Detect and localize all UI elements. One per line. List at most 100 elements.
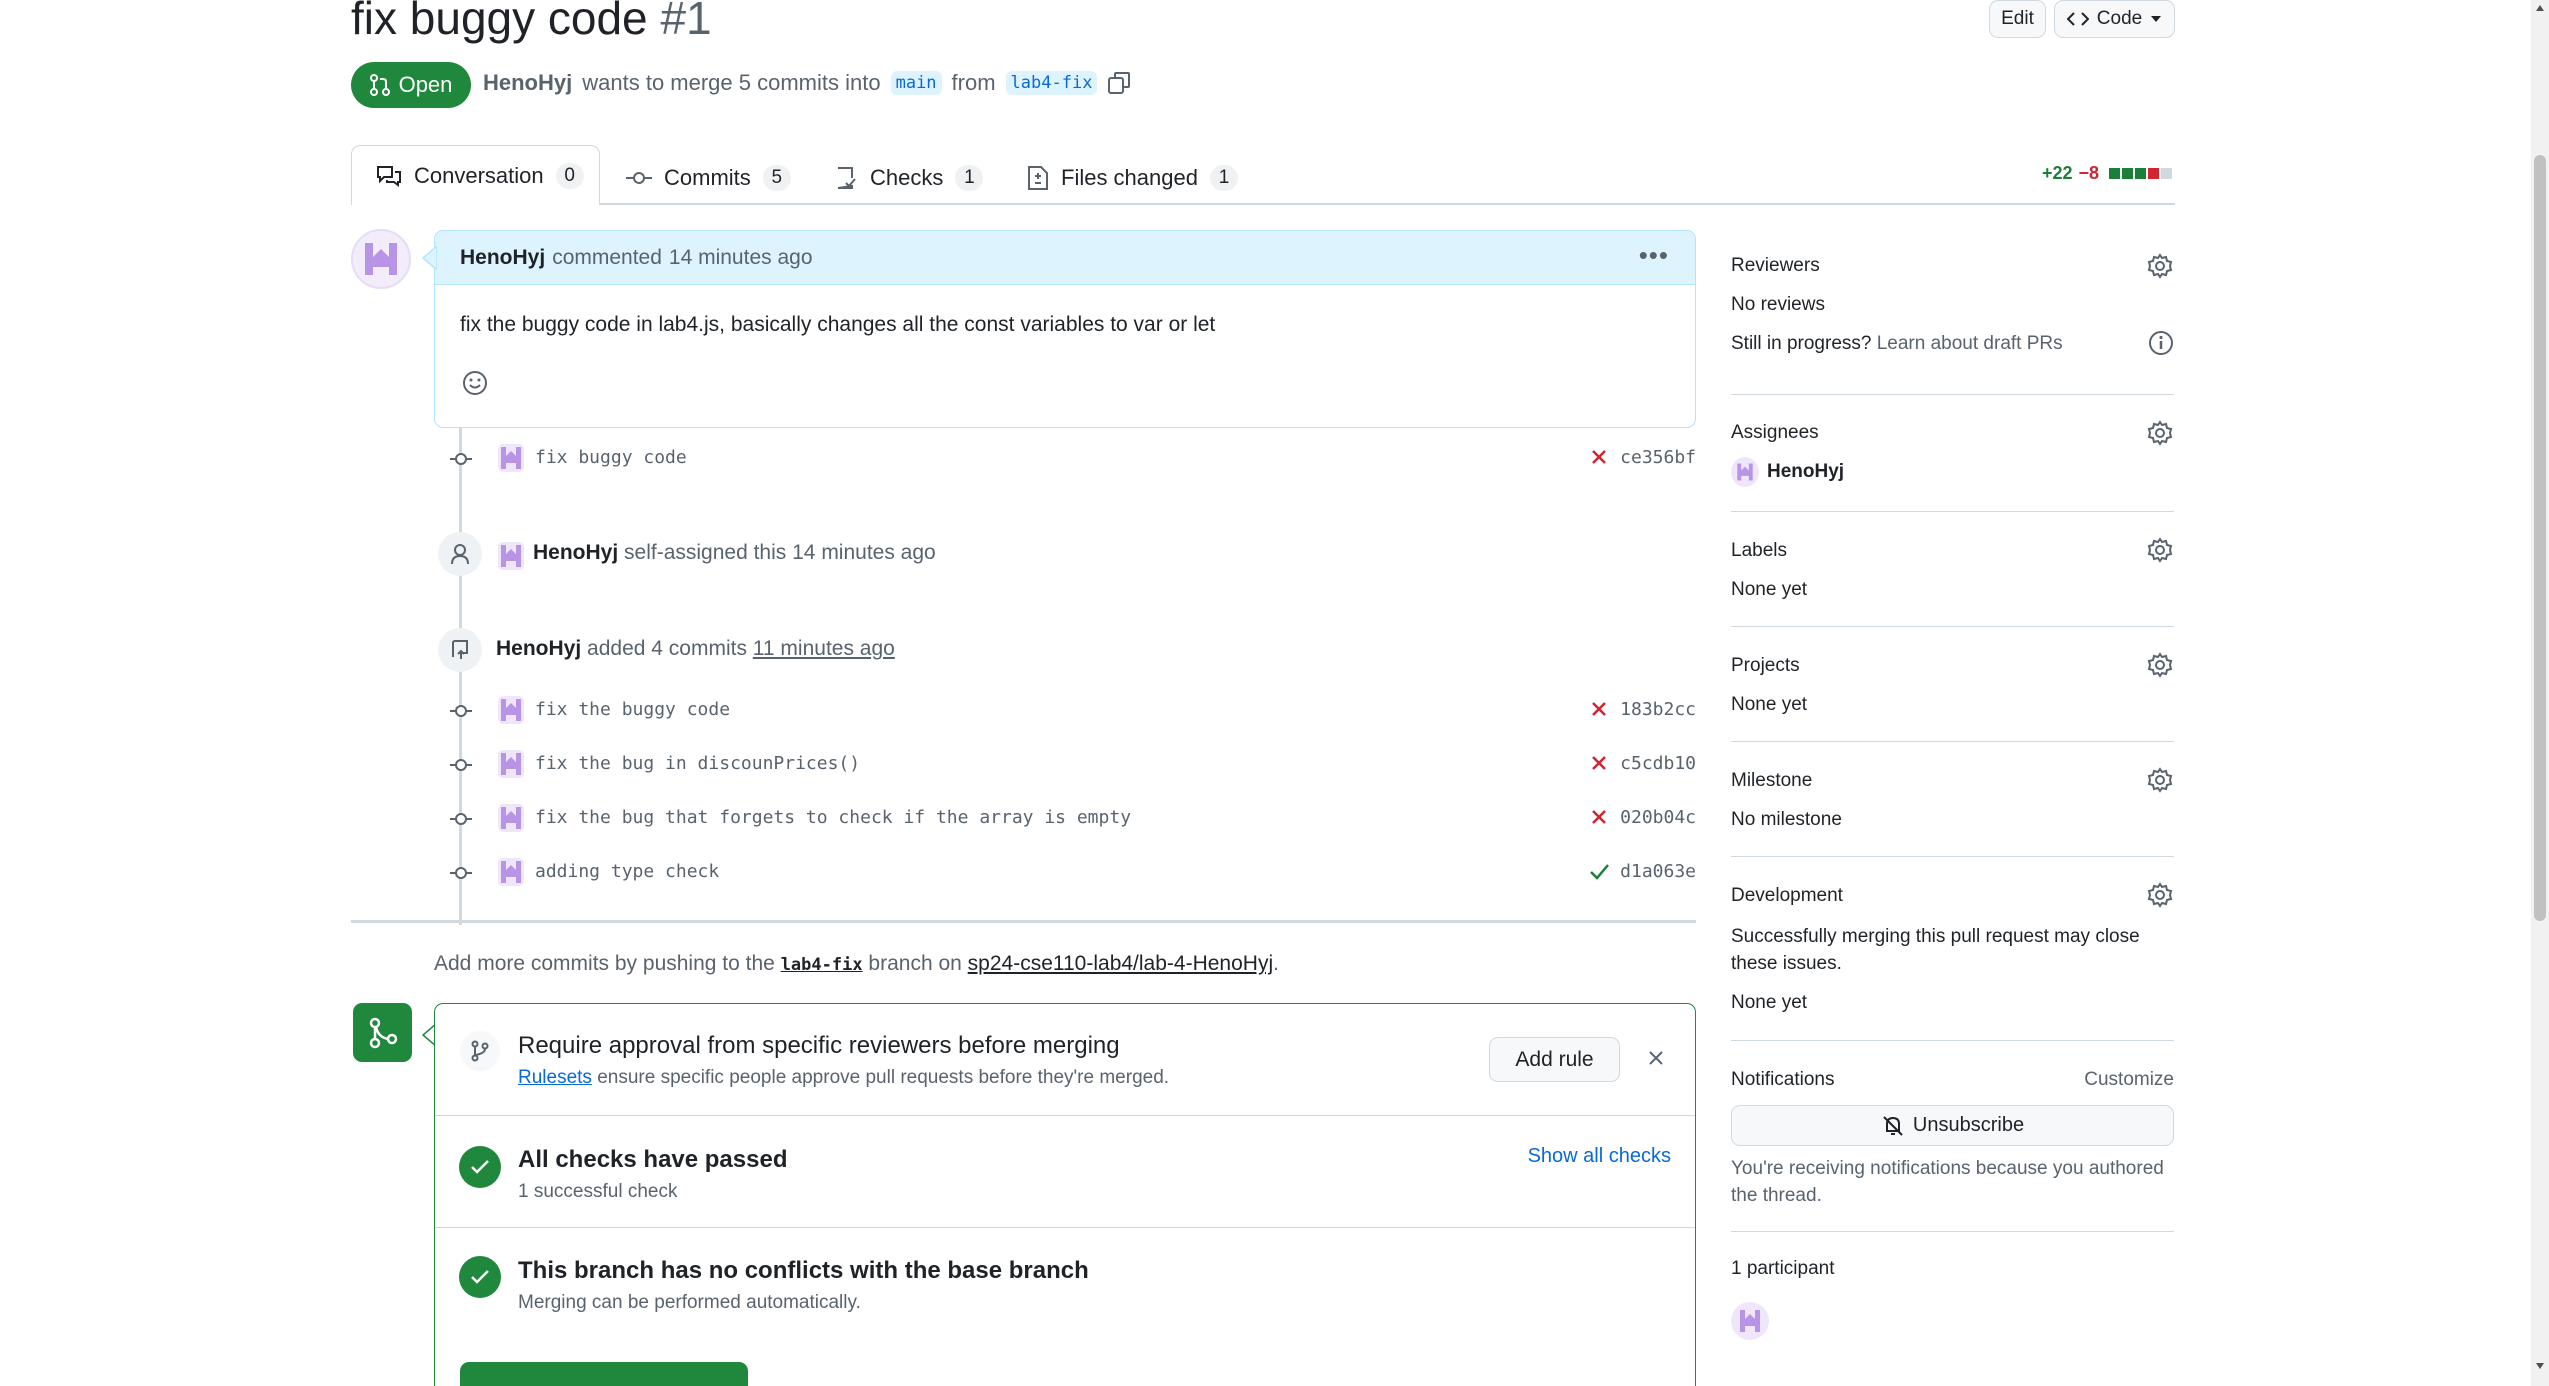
check-icon[interactable] — [1588, 860, 1610, 882]
commit-author-avatar[interactable] — [498, 804, 524, 832]
diffstat-blocks — [2109, 168, 2173, 179]
tab-checks[interactable]: Checks 1 — [834, 160, 984, 196]
close-icon[interactable] — [1647, 1049, 1665, 1067]
base-branch[interactable]: main — [890, 71, 942, 95]
commit-sha[interactable]: 020b04c — [1620, 807, 1696, 828]
repo-push-icon-badge — [438, 628, 482, 672]
scroll-up-arrow-icon[interactable] — [2535, 4, 2545, 12]
commit-icon — [450, 759, 472, 771]
assignee-name[interactable]: HenoHyj — [1767, 461, 1844, 483]
status-badge: Open — [351, 62, 471, 108]
show-all-checks-link[interactable]: Show all checks — [1528, 1145, 1671, 1168]
x-icon[interactable] — [1588, 752, 1610, 774]
scrollbar-track[interactable] — [2531, 0, 2549, 1386]
commit-sha[interactable]: c5cdb10 — [1620, 753, 1696, 774]
tab-files-changed[interactable]: Files changed 1 — [1027, 160, 1238, 196]
checks-section: All checks have passed 1 successful chec… — [435, 1116, 1695, 1228]
commit-icon — [450, 453, 472, 465]
milestone-title[interactable]: Milestone — [1731, 770, 1812, 792]
scrollbar-thumb[interactable] — [2534, 155, 2546, 921]
bell-slash-icon — [1883, 1115, 1903, 1136]
commit-row: adding type check d1a063e — [434, 852, 1696, 892]
conflicts-subtitle: Merging can be performed automatically. — [518, 1292, 861, 1313]
assign-author-avatar[interactable] — [498, 542, 524, 570]
code-button[interactable]: Code — [2054, 0, 2175, 38]
commit-sha[interactable]: d1a063e — [1620, 861, 1696, 882]
info-icon[interactable] — [2148, 330, 2174, 356]
labels-title[interactable]: Labels — [1731, 540, 1787, 562]
commit-author-avatar[interactable] — [498, 750, 524, 778]
copy-icon[interactable] — [1107, 71, 1131, 95]
pr-author[interactable]: HenoHyj — [483, 70, 572, 96]
reviewers-title[interactable]: Reviewers — [1731, 255, 1820, 277]
gear-icon[interactable] — [2146, 252, 2174, 280]
comment-discussion-icon — [377, 165, 401, 187]
commit-message[interactable]: adding type check — [535, 861, 719, 882]
commit-sha[interactable]: 183b2cc — [1620, 699, 1696, 720]
commit-message[interactable]: fix buggy code — [535, 447, 687, 468]
merge-icon-badge — [353, 1003, 412, 1062]
unsubscribe-button[interactable]: Unsubscribe — [1731, 1105, 2174, 1146]
x-icon[interactable] — [1588, 698, 1610, 720]
identicon-icon — [365, 243, 397, 275]
comment-author[interactable]: HenoHyj — [460, 246, 545, 270]
pr-title: fix buggy code — [351, 0, 648, 44]
repo-link[interactable]: sp24-cse110-lab4/lab-4-HenoHyj — [968, 952, 1273, 975]
push-hint: Add more commits by pushing to the lab4-… — [434, 952, 1279, 975]
rulesets-link[interactable]: Rulesets — [518, 1067, 592, 1088]
add-reaction-button[interactable] — [459, 367, 491, 399]
gear-icon[interactable] — [2146, 766, 2174, 794]
commit-message[interactable]: fix the buggy code — [535, 699, 730, 720]
draft-link[interactable]: Learn about draft PRs — [1877, 333, 2063, 354]
tab-conversation[interactable]: Conversation 0 — [351, 145, 600, 205]
development-title[interactable]: Development — [1731, 885, 1843, 907]
commit-author-avatar[interactable] — [498, 696, 524, 724]
comment-menu-button[interactable]: ••• — [1639, 242, 1669, 268]
author-avatar[interactable] — [351, 229, 411, 289]
merge-button-partial[interactable] — [460, 1362, 748, 1386]
commit-row: fix the bug in discounPrices() c5cdb10 — [434, 744, 1696, 784]
rule-title: Require approval from specific reviewers… — [518, 1032, 1120, 1059]
checks-passed-badge — [459, 1146, 501, 1188]
added-author[interactable]: HenoHyj — [496, 637, 581, 660]
commit-author-avatar[interactable] — [498, 444, 524, 472]
commit-sha[interactable]: ce356bf — [1620, 447, 1696, 468]
assign-author[interactable]: HenoHyj — [533, 541, 618, 564]
commit-author-avatar[interactable] — [498, 858, 524, 886]
gear-icon[interactable] — [2146, 881, 2174, 909]
assignees-title[interactable]: Assignees — [1731, 422, 1819, 444]
conflicts-title: This branch has no conflicts with the ba… — [518, 1257, 1089, 1284]
sidebar-labels: Labels None yet — [1731, 512, 2174, 627]
diffstat: +22 −8 — [2042, 163, 2173, 184]
conflicts-section: This branch has no conflicts with the ba… — [435, 1228, 1695, 1340]
milestone-value: No milestone — [1731, 809, 1842, 830]
commit-icon — [450, 867, 472, 879]
pull-request-icon — [369, 74, 390, 96]
participant-avatar[interactable] — [1731, 1302, 1769, 1340]
x-icon[interactable] — [1588, 446, 1610, 468]
scroll-down-arrow-icon[interactable] — [2535, 1362, 2545, 1370]
customize-link[interactable]: Customize — [2084, 1069, 2174, 1091]
assign-time[interactable]: 14 minutes ago — [792, 541, 936, 564]
ruleset-section: Require approval from specific reviewers… — [435, 1004, 1695, 1116]
comment-time[interactable]: 14 minutes ago — [669, 246, 813, 270]
participants-title: 1 participant — [1731, 1258, 1835, 1279]
no-conflicts-badge — [459, 1256, 501, 1298]
add-rule-button[interactable]: Add rule — [1489, 1037, 1620, 1082]
commit-message[interactable]: fix the bug in discounPrices() — [535, 753, 860, 774]
assignee-avatar[interactable] — [1731, 457, 1759, 487]
commit-message[interactable]: fix the bug that forgets to check if the… — [535, 807, 1131, 828]
head-branch[interactable]: lab4-fix — [1005, 71, 1098, 95]
projects-title[interactable]: Projects — [1731, 655, 1800, 677]
sidebar-projects: Projects None yet — [1731, 627, 2174, 742]
gear-icon[interactable] — [2146, 651, 2174, 679]
tab-commits[interactable]: Commits 5 — [626, 160, 791, 196]
edit-button[interactable]: Edit — [1989, 0, 2046, 38]
gear-icon[interactable] — [2146, 419, 2174, 447]
gear-icon[interactable] — [2146, 536, 2174, 564]
person-icon-badge — [438, 532, 482, 576]
diffstat-deletions: −8 — [2078, 163, 2100, 183]
notifications-title: Notifications — [1731, 1069, 1835, 1090]
added-time[interactable]: 11 minutes ago — [753, 637, 895, 660]
x-icon[interactable] — [1588, 806, 1610, 828]
